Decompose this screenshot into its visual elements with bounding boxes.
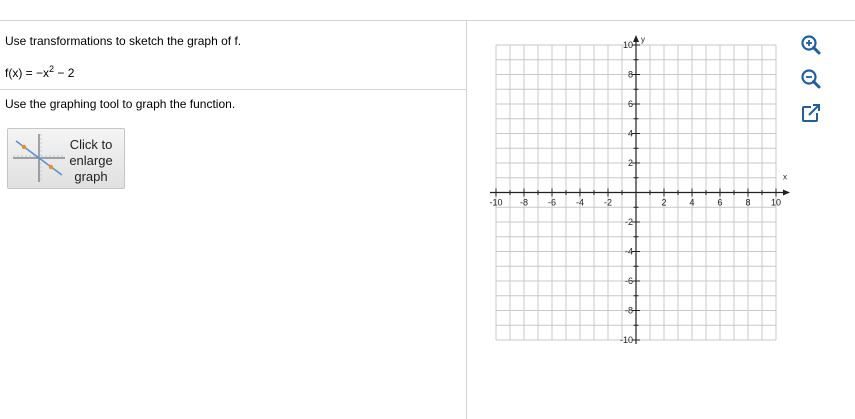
graph-instruction: Use the graphing tool to graph the funct… <box>5 97 236 111</box>
enlarge-graph-label: Click to enlarge graph <box>66 137 116 185</box>
function-lhs: f(x) = −x <box>5 66 50 80</box>
y-axis-label: y <box>641 35 645 44</box>
y-tick-label: 4 <box>628 129 633 139</box>
x-axis-label: x <box>783 173 787 182</box>
x-tick-label: 6 <box>717 198 722 208</box>
y-tick-label: 2 <box>628 158 633 168</box>
x-tick-label: -8 <box>520 198 528 208</box>
x-tick-label: 2 <box>661 198 666 208</box>
zoom-in-icon[interactable] <box>799 33 823 57</box>
question-divider <box>0 89 466 90</box>
x-axis-arrow <box>783 189 790 196</box>
y-tick-label: -2 <box>625 217 633 227</box>
question-prompt: Use transformations to sketch the graph … <box>5 34 242 48</box>
y-tick-label: 10 <box>623 40 633 50</box>
x-tick-label: -2 <box>604 198 612 208</box>
y-tick-label: -6 <box>625 276 633 286</box>
x-tick-label: -10 <box>489 198 502 208</box>
popout-icon[interactable] <box>799 101 823 125</box>
question-panel: Use transformations to sketch the graph … <box>0 21 467 419</box>
coordinate-grid[interactable]: -10 -8 -6 -4 -2 2 4 6 8 10 10 8 6 4 2 -2 -4 -6 -8 -10 x y <box>480 30 790 350</box>
enlarge-graph-button[interactable]: Click to enlarge graph <box>7 128 125 189</box>
enlarge-label-line: graph <box>74 169 108 184</box>
enlarge-label-line: enlarge <box>69 153 113 168</box>
zoom-out-icon[interactable] <box>799 67 823 91</box>
y-axis-arrow <box>633 35 639 42</box>
enlarge-label-line: Click to <box>69 137 113 152</box>
x-tick-label: -4 <box>576 198 584 208</box>
graph-thumbnail-icon <box>13 134 65 182</box>
x-tick-label: 10 <box>771 198 781 208</box>
function-definition: f(x) = −x2 − 2 <box>5 65 75 81</box>
x-tick-label: -6 <box>548 198 556 208</box>
y-tick-label: -8 <box>625 306 633 316</box>
y-tick-label: -4 <box>625 247 633 257</box>
x-tick-label: 8 <box>745 198 750 208</box>
y-tick-label: -10 <box>620 335 633 345</box>
x-tick-label: 4 <box>689 198 694 208</box>
y-tick-label: 8 <box>628 70 633 80</box>
function-rhs: − 2 <box>54 66 75 80</box>
y-tick-label: 6 <box>628 99 633 109</box>
